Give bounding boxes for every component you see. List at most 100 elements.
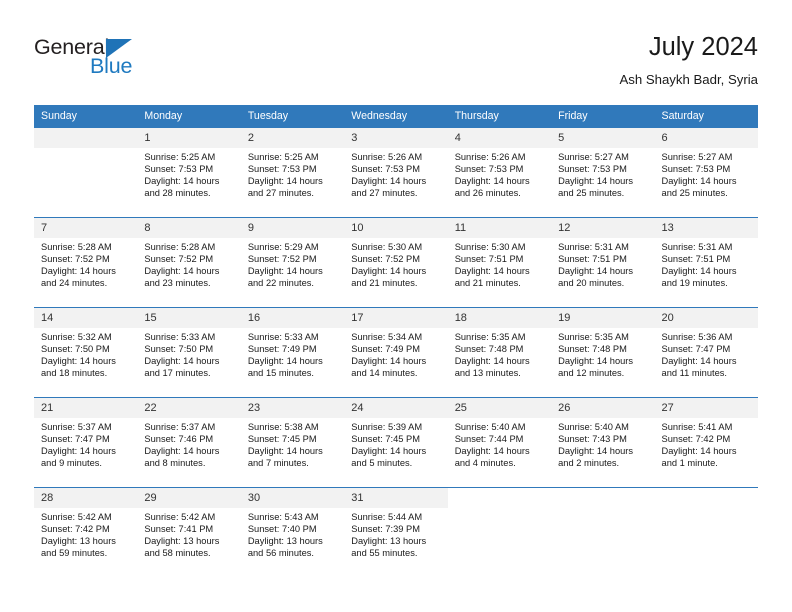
sunrise-time: Sunrise: 5:31 AM [558, 242, 629, 252]
calendar-day-cell[interactable]: 20 Sunrise: 5:36 AM Sunset: 7:47 PM Dayligh… [654, 307, 758, 397]
day-sun-info: Sunrise: 5:42 AM Sunset: 7:42 PM Daylight:… [34, 508, 137, 560]
day-number: 20 [654, 308, 758, 328]
daylight-duration-line2: and 1 minute. [661, 457, 718, 468]
daylight-duration-line2: and 5 minutes. [351, 457, 413, 468]
calendar-day-cell[interactable]: 31 Sunrise: 5:44 AM Sunset: 7:39 PM Dayligh… [344, 487, 448, 577]
logo-text-blue: Blue [90, 54, 133, 78]
calendar-day-cell[interactable] [654, 487, 758, 577]
day-cell-inner: 16 Sunrise: 5:33 AM Sunset: 7:49 PM Dayligh… [240, 307, 345, 397]
day-cell-inner: 27 Sunrise: 5:41 AM Sunset: 7:42 PM Dayligh… [654, 397, 758, 487]
calendar-day-cell[interactable] [551, 487, 655, 577]
calendar-day-cell[interactable]: 7 Sunrise: 5:28 AM Sunset: 7:52 PM Daylight… [34, 217, 138, 307]
daylight-duration-line2: and 20 minutes. [558, 277, 625, 288]
day-number [551, 488, 655, 508]
day-cell-inner [654, 487, 758, 577]
title-block: July 2024 Ash Shaykh Badr, Syria [619, 32, 758, 87]
calendar-day-cell[interactable]: 23 Sunrise: 5:38 AM Sunset: 7:45 PM Dayligh… [240, 397, 345, 487]
weekday-header-row: Sunday Monday Tuesday Wednesday Thursday… [34, 105, 758, 127]
calendar-day-cell[interactable]: 12 Sunrise: 5:31 AM Sunset: 7:51 PM Dayligh… [551, 217, 655, 307]
daylight-duration-line2: and 18 minutes. [41, 367, 108, 378]
calendar-day-cell[interactable]: 29 Sunrise: 5:42 AM Sunset: 7:41 PM Dayligh… [137, 487, 241, 577]
daylight-duration-line1: Daylight: 14 hours [351, 445, 427, 456]
calendar-day-cell[interactable]: 14 Sunrise: 5:32 AM Sunset: 7:50 PM Dayligh… [34, 307, 138, 397]
calendar-day-cell[interactable]: 6 Sunrise: 5:27 AM Sunset: 7:53 PM Daylight… [654, 127, 758, 217]
calendar-day-cell[interactable]: 26 Sunrise: 5:40 AM Sunset: 7:43 PM Dayligh… [551, 397, 655, 487]
day-number: 13 [654, 218, 758, 238]
calendar-day-cell[interactable] [34, 127, 138, 217]
sunrise-time: Sunrise: 5:30 AM [351, 242, 423, 252]
daylight-duration-line1: Daylight: 14 hours [247, 175, 323, 186]
calendar-day-cell[interactable]: 22 Sunrise: 5:37 AM Sunset: 7:46 PM Dayligh… [137, 397, 241, 487]
calendar-day-cell[interactable]: 4 Sunrise: 5:26 AM Sunset: 7:53 PM Daylight… [447, 127, 552, 217]
calendar-day-cell[interactable]: 5 Sunrise: 5:27 AM Sunset: 7:53 PM Daylight… [551, 127, 655, 217]
weekday-header-tuesday: Tuesday [240, 105, 345, 127]
calendar-day-cell[interactable]: 1 Sunrise: 5:25 AM Sunset: 7:53 PM Daylight… [137, 127, 241, 217]
calendar-day-cell[interactable]: 16 Sunrise: 5:33 AM Sunset: 7:49 PM Dayligh… [240, 307, 345, 397]
calendar-day-cell[interactable]: 27 Sunrise: 5:41 AM Sunset: 7:42 PM Dayligh… [654, 397, 758, 487]
sunset-time: Sunset: 7:49 PM [247, 343, 317, 354]
day-sun-info: Sunrise: 5:37 AM Sunset: 7:46 PM Daylight:… [137, 418, 240, 470]
daylight-duration-line1: Daylight: 14 hours [661, 265, 737, 276]
day-sun-info: Sunrise: 5:34 AM Sunset: 7:49 PM Daylight:… [344, 328, 447, 380]
day-cell-inner [447, 487, 552, 577]
sunset-time: Sunset: 7:44 PM [454, 433, 524, 444]
daylight-duration-line1: Daylight: 14 hours [41, 355, 116, 366]
calendar-day-cell[interactable]: 17 Sunrise: 5:34 AM Sunset: 7:49 PM Dayligh… [344, 307, 448, 397]
calendar-day-cell[interactable]: 30 Sunrise: 5:43 AM Sunset: 7:40 PM Dayligh… [240, 487, 345, 577]
daylight-duration-line1: Daylight: 13 hours [351, 535, 427, 546]
daylight-duration-line1: Daylight: 13 hours [41, 535, 116, 546]
calendar-day-cell[interactable]: 19 Sunrise: 5:35 AM Sunset: 7:48 PM Dayligh… [551, 307, 655, 397]
calendar-week-row: 28 Sunrise: 5:42 AM Sunset: 7:42 PM Dayligh… [34, 487, 758, 577]
weekday-header-wednesday: Wednesday [344, 105, 448, 127]
calendar-day-cell[interactable]: 25 Sunrise: 5:40 AM Sunset: 7:44 PM Dayligh… [447, 397, 552, 487]
day-number: 15 [137, 308, 241, 328]
daylight-duration-line1: Daylight: 14 hours [144, 175, 220, 186]
daylight-duration-line2: and 4 minutes. [454, 457, 516, 468]
daylight-duration-line1: Daylight: 14 hours [144, 265, 220, 276]
sunrise-time: Sunrise: 5:30 AM [454, 242, 526, 252]
day-sun-info: Sunrise: 5:40 AM Sunset: 7:43 PM Daylight:… [551, 418, 654, 470]
sunset-time: Sunset: 7:45 PM [247, 433, 317, 444]
weekday-header-sunday: Sunday [34, 105, 138, 127]
calendar-day-cell[interactable]: 2 Sunrise: 5:25 AM Sunset: 7:53 PM Daylight… [240, 127, 345, 217]
calendar-day-cell[interactable]: 11 Sunrise: 5:30 AM Sunset: 7:51 PM Dayligh… [447, 217, 552, 307]
day-number: 25 [447, 398, 552, 418]
day-number: 26 [551, 398, 655, 418]
calendar-day-cell[interactable]: 15 Sunrise: 5:33 AM Sunset: 7:50 PM Dayligh… [137, 307, 241, 397]
calendar-day-cell[interactable] [447, 487, 552, 577]
sunset-time: Sunset: 7:41 PM [144, 523, 214, 534]
calendar-day-cell[interactable]: 18 Sunrise: 5:35 AM Sunset: 7:48 PM Dayligh… [447, 307, 552, 397]
sunset-time: Sunset: 7:48 PM [558, 343, 627, 354]
calendar-day-cell[interactable]: 21 Sunrise: 5:37 AM Sunset: 7:47 PM Dayligh… [34, 397, 138, 487]
sunrise-time: Sunrise: 5:37 AM [41, 422, 112, 432]
sunset-time: Sunset: 7:50 PM [41, 343, 110, 354]
daylight-duration-line2: and 27 minutes. [351, 187, 418, 198]
page-title: July 2024 [648, 33, 758, 61]
sunset-time: Sunset: 7:47 PM [41, 433, 110, 444]
daylight-duration-line1: Daylight: 14 hours [351, 265, 427, 276]
day-cell-inner: 21 Sunrise: 5:37 AM Sunset: 7:47 PM Dayligh… [34, 397, 138, 487]
day-number [447, 488, 552, 508]
day-number: 16 [240, 308, 345, 328]
calendar-day-cell[interactable]: 10 Sunrise: 5:30 AM Sunset: 7:52 PM Dayligh… [344, 217, 448, 307]
sunset-time: Sunset: 7:43 PM [558, 433, 627, 444]
calendar-day-cell[interactable]: 3 Sunrise: 5:26 AM Sunset: 7:53 PM Daylight… [344, 127, 448, 217]
calendar-week-row: 14 Sunrise: 5:32 AM Sunset: 7:50 PM Dayligh… [34, 307, 758, 397]
daylight-duration-line1: Daylight: 14 hours [41, 265, 116, 276]
daylight-duration-line1: Daylight: 14 hours [144, 445, 220, 456]
calendar-day-cell[interactable]: 24 Sunrise: 5:39 AM Sunset: 7:45 PM Dayligh… [344, 397, 448, 487]
day-sun-info: Sunrise: 5:44 AM Sunset: 7:39 PM Daylight:… [344, 508, 447, 560]
calendar-day-cell[interactable]: 28 Sunrise: 5:42 AM Sunset: 7:42 PM Dayligh… [34, 487, 138, 577]
daylight-duration-line1: Daylight: 14 hours [454, 265, 530, 276]
calendar-day-cell[interactable]: 9 Sunrise: 5:29 AM Sunset: 7:52 PM Daylight… [240, 217, 345, 307]
day-number: 18 [447, 308, 552, 328]
sunrise-time: Sunrise: 5:26 AM [454, 152, 526, 162]
sunset-time: Sunset: 7:47 PM [661, 343, 731, 354]
daylight-duration-line2: and 59 minutes. [41, 547, 108, 558]
calendar-day-cell[interactable]: 8 Sunrise: 5:28 AM Sunset: 7:52 PM Daylight… [137, 217, 241, 307]
calendar-day-cell[interactable]: 13 Sunrise: 5:31 AM Sunset: 7:51 PM Dayligh… [654, 217, 758, 307]
daylight-duration-line1: Daylight: 14 hours [144, 355, 220, 366]
day-cell-inner: 6 Sunrise: 5:27 AM Sunset: 7:53 PM Daylight… [654, 127, 758, 217]
daylight-duration-line2: and 28 minutes. [144, 187, 211, 198]
sunrise-time: Sunrise: 5:40 AM [558, 422, 629, 432]
